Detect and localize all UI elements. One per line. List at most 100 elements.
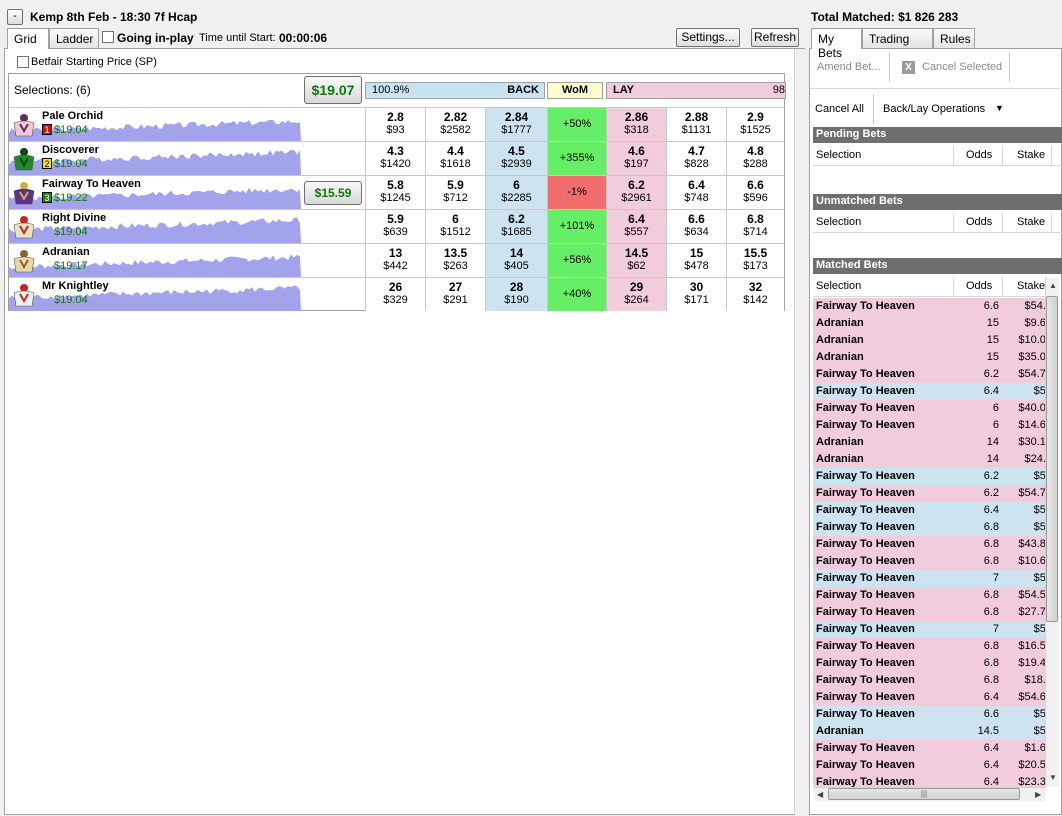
matched-bet-row[interactable]: Fairway To Heaven 6.4 $1.69 [813,740,1053,757]
runner-name[interactable]: Discoverer [42,144,99,156]
cancel-selected-button[interactable]: Cancel Selected [922,61,1002,73]
back-price-cell[interactable]: 6.2 $1685 [485,210,547,243]
matched-bet-row[interactable]: Adranian 15 $10.05 [813,332,1053,349]
runner-stake-button[interactable]: $15.59 [304,181,362,205]
col-odds[interactable]: Odds [966,216,992,228]
runner-name[interactable]: Fairway To Heaven [42,178,141,190]
matched-bet-row[interactable]: Fairway To Heaven 6.6 $53 [813,706,1053,723]
back-price-cell[interactable]: 13 $442 [365,244,425,277]
matched-hscroll-thumb[interactable]: ||| [828,788,1020,800]
lay-price-cell[interactable]: 14.5 $62 [606,244,666,277]
lay-price-cell[interactable]: 6.4 $748 [666,176,726,209]
matched-bet-row[interactable]: Fairway To Heaven 7 $53 [813,570,1053,587]
matched-bet-row[interactable]: Adranian 14 $24.7 [813,451,1053,468]
back-price-cell[interactable]: 2.82 $2582 [425,108,485,141]
stake-button[interactable]: $19.07 [304,76,362,104]
chevron-down-icon[interactable]: ▼ [995,103,1004,113]
matched-bet-row[interactable]: Fairway To Heaven 6.8 $19.48 [813,655,1053,672]
scroll-left-icon[interactable]: ◀ [817,790,823,799]
matched-bet-row[interactable]: Fairway To Heaven 6.4 $20.57 [813,757,1053,774]
going-inplay-checkbox[interactable] [102,31,114,43]
back-price-cell[interactable]: 26 $329 [365,278,425,311]
tab-trading-bets[interactable]: Trading Bets [862,28,933,60]
settings-button[interactable]: Settings... [676,28,740,47]
back-price-cell[interactable]: 5.8 $1245 [365,176,425,209]
lay-price-cell[interactable]: 29 $264 [606,278,666,311]
runner-row[interactable]: 1 Pale Orchid $19.04 2.8 $93 2.82 $2582 2.84 $17… [9,107,784,141]
scroll-right-icon[interactable]: ▶ [1035,790,1041,799]
lay-price-cell[interactable]: 32 $142 [726,278,784,311]
lay-price-cell[interactable]: 4.6 $197 [606,142,666,175]
back-price-cell[interactable]: 27 $291 [425,278,485,311]
sp-checkbox[interactable] [17,56,29,68]
scroll-up-icon[interactable]: ▲ [1049,281,1057,290]
lay-price-cell[interactable]: 15.5 $173 [726,244,784,277]
matched-bet-row[interactable]: Adranian 14.5 $53 [813,723,1053,740]
tab-rules[interactable]: Rules [933,28,975,48]
lay-price-cell[interactable]: 2.88 $1131 [666,108,726,141]
col-stake[interactable]: Stake [1017,149,1045,161]
matched-bet-row[interactable]: Fairway To Heaven 6.2 $54.71 [813,366,1053,383]
matched-bet-row[interactable]: Fairway To Heaven 6.8 $54.55 [813,587,1053,604]
matched-bet-row[interactable]: Adranian 15 $9.67 [813,315,1053,332]
matched-bet-row[interactable]: Fairway To Heaven 6.8 $27.78 [813,604,1053,621]
runner-name[interactable]: Right Divine [42,212,106,224]
matched-bet-row[interactable]: Fairway To Heaven 6 $14.69 [813,417,1053,434]
runner-name[interactable]: Pale Orchid [42,110,103,122]
tab-grid[interactable]: Grid [7,28,49,49]
matched-bet-row[interactable]: Fairway To Heaven 6.4 $53 [813,383,1053,400]
matched-bet-row[interactable]: Fairway To Heaven 6.4 $54.65 [813,689,1053,706]
matched-bet-row[interactable]: Fairway To Heaven 6.8 $10.66 [813,553,1053,570]
matched-bet-row[interactable]: Fairway To Heaven 6 $40.07 [813,400,1053,417]
runner-row[interactable]: 2 Discoverer $19.04 4.3 $1420 4.4 $1618 4.5 $293… [9,141,784,175]
back-price-cell[interactable]: 6 $1512 [425,210,485,243]
matched-bet-row[interactable]: Fairway To Heaven 6.4 $23.33 [813,774,1053,787]
back-price-cell[interactable]: 5.9 $639 [365,210,425,243]
matched-bet-row[interactable]: Fairway To Heaven 7 $53 [813,621,1053,638]
amend-bet-button[interactable]: Amend Bet... [817,61,881,73]
matched-bet-row[interactable]: Fairway To Heaven 6.8 $16.57 [813,638,1053,655]
back-price-cell[interactable]: 4.4 $1618 [425,142,485,175]
tab-ladder[interactable]: Ladder [49,28,99,48]
lay-price-cell[interactable]: 6.6 $596 [726,176,784,209]
matched-bet-row[interactable]: Adranian 14 $30.19 [813,434,1053,451]
lay-price-cell[interactable]: 2.9 $1525 [726,108,784,141]
runner-row[interactable]: Mr Knightley $19.04 26 $329 27 $291 28 $190 +40%… [9,277,784,311]
back-price-cell[interactable]: 14 $405 [485,244,547,277]
back-price-cell[interactable]: 5.9 $712 [425,176,485,209]
scroll-down-icon[interactable]: ▼ [1049,773,1057,782]
collapse-button[interactable]: - [7,9,23,25]
col-selection[interactable]: Selection [816,149,861,161]
runner-row[interactable]: Adranian $19.17 13 $442 13.5 $263 14 $405 +56% 14… [9,243,784,277]
col-stake[interactable]: Stake [1017,216,1045,228]
matched-bet-row[interactable]: Adranian 15 $35.04 [813,349,1053,366]
market-scrollbar[interactable] [794,49,806,816]
back-price-cell[interactable]: 4.3 $1420 [365,142,425,175]
lay-price-cell[interactable]: 2.86 $318 [606,108,666,141]
cancel-all-button[interactable]: Cancel All [815,103,864,115]
back-price-cell[interactable]: 28 $190 [485,278,547,311]
runner-name[interactable]: Mr Knightley [42,280,109,292]
col-odds[interactable]: Odds [966,280,992,292]
lay-price-cell[interactable]: 6.4 $557 [606,210,666,243]
matched-scroll-thumb[interactable] [1046,296,1058,622]
lay-price-cell[interactable]: 6.8 $714 [726,210,784,243]
back-price-cell[interactable]: 4.5 $2939 [485,142,547,175]
lay-price-cell[interactable]: 4.7 $828 [666,142,726,175]
runner-row[interactable]: Right Divine $19.04 5.9 $639 6 $1512 6.2 $1685 +… [9,209,784,243]
runner-row[interactable]: 3 Fairway To Heaven $19.22 $15.59 5.8 $1245 5.… [9,175,784,209]
lay-price-cell[interactable]: 30 $171 [666,278,726,311]
matched-bet-row[interactable]: Fairway To Heaven 6.6 $54.6 [813,298,1053,315]
matched-bet-row[interactable]: Fairway To Heaven 6.2 $54.71 [813,485,1053,502]
refresh-button[interactable]: Refresh [751,28,799,47]
lay-price-cell[interactable]: 15 $478 [666,244,726,277]
matched-bet-row[interactable]: Fairway To Heaven 6.8 $53 [813,519,1053,536]
col-odds[interactable]: Odds [966,149,992,161]
col-selection[interactable]: Selection [816,216,861,228]
back-price-cell[interactable]: 13.5 $263 [425,244,485,277]
runner-name[interactable]: Adranian [42,246,90,258]
col-selection[interactable]: Selection [816,280,861,292]
lay-price-cell[interactable]: 4.8 $288 [726,142,784,175]
lay-price-cell[interactable]: 6.6 $634 [666,210,726,243]
matched-bet-row[interactable]: Fairway To Heaven 6.2 $53 [813,468,1053,485]
